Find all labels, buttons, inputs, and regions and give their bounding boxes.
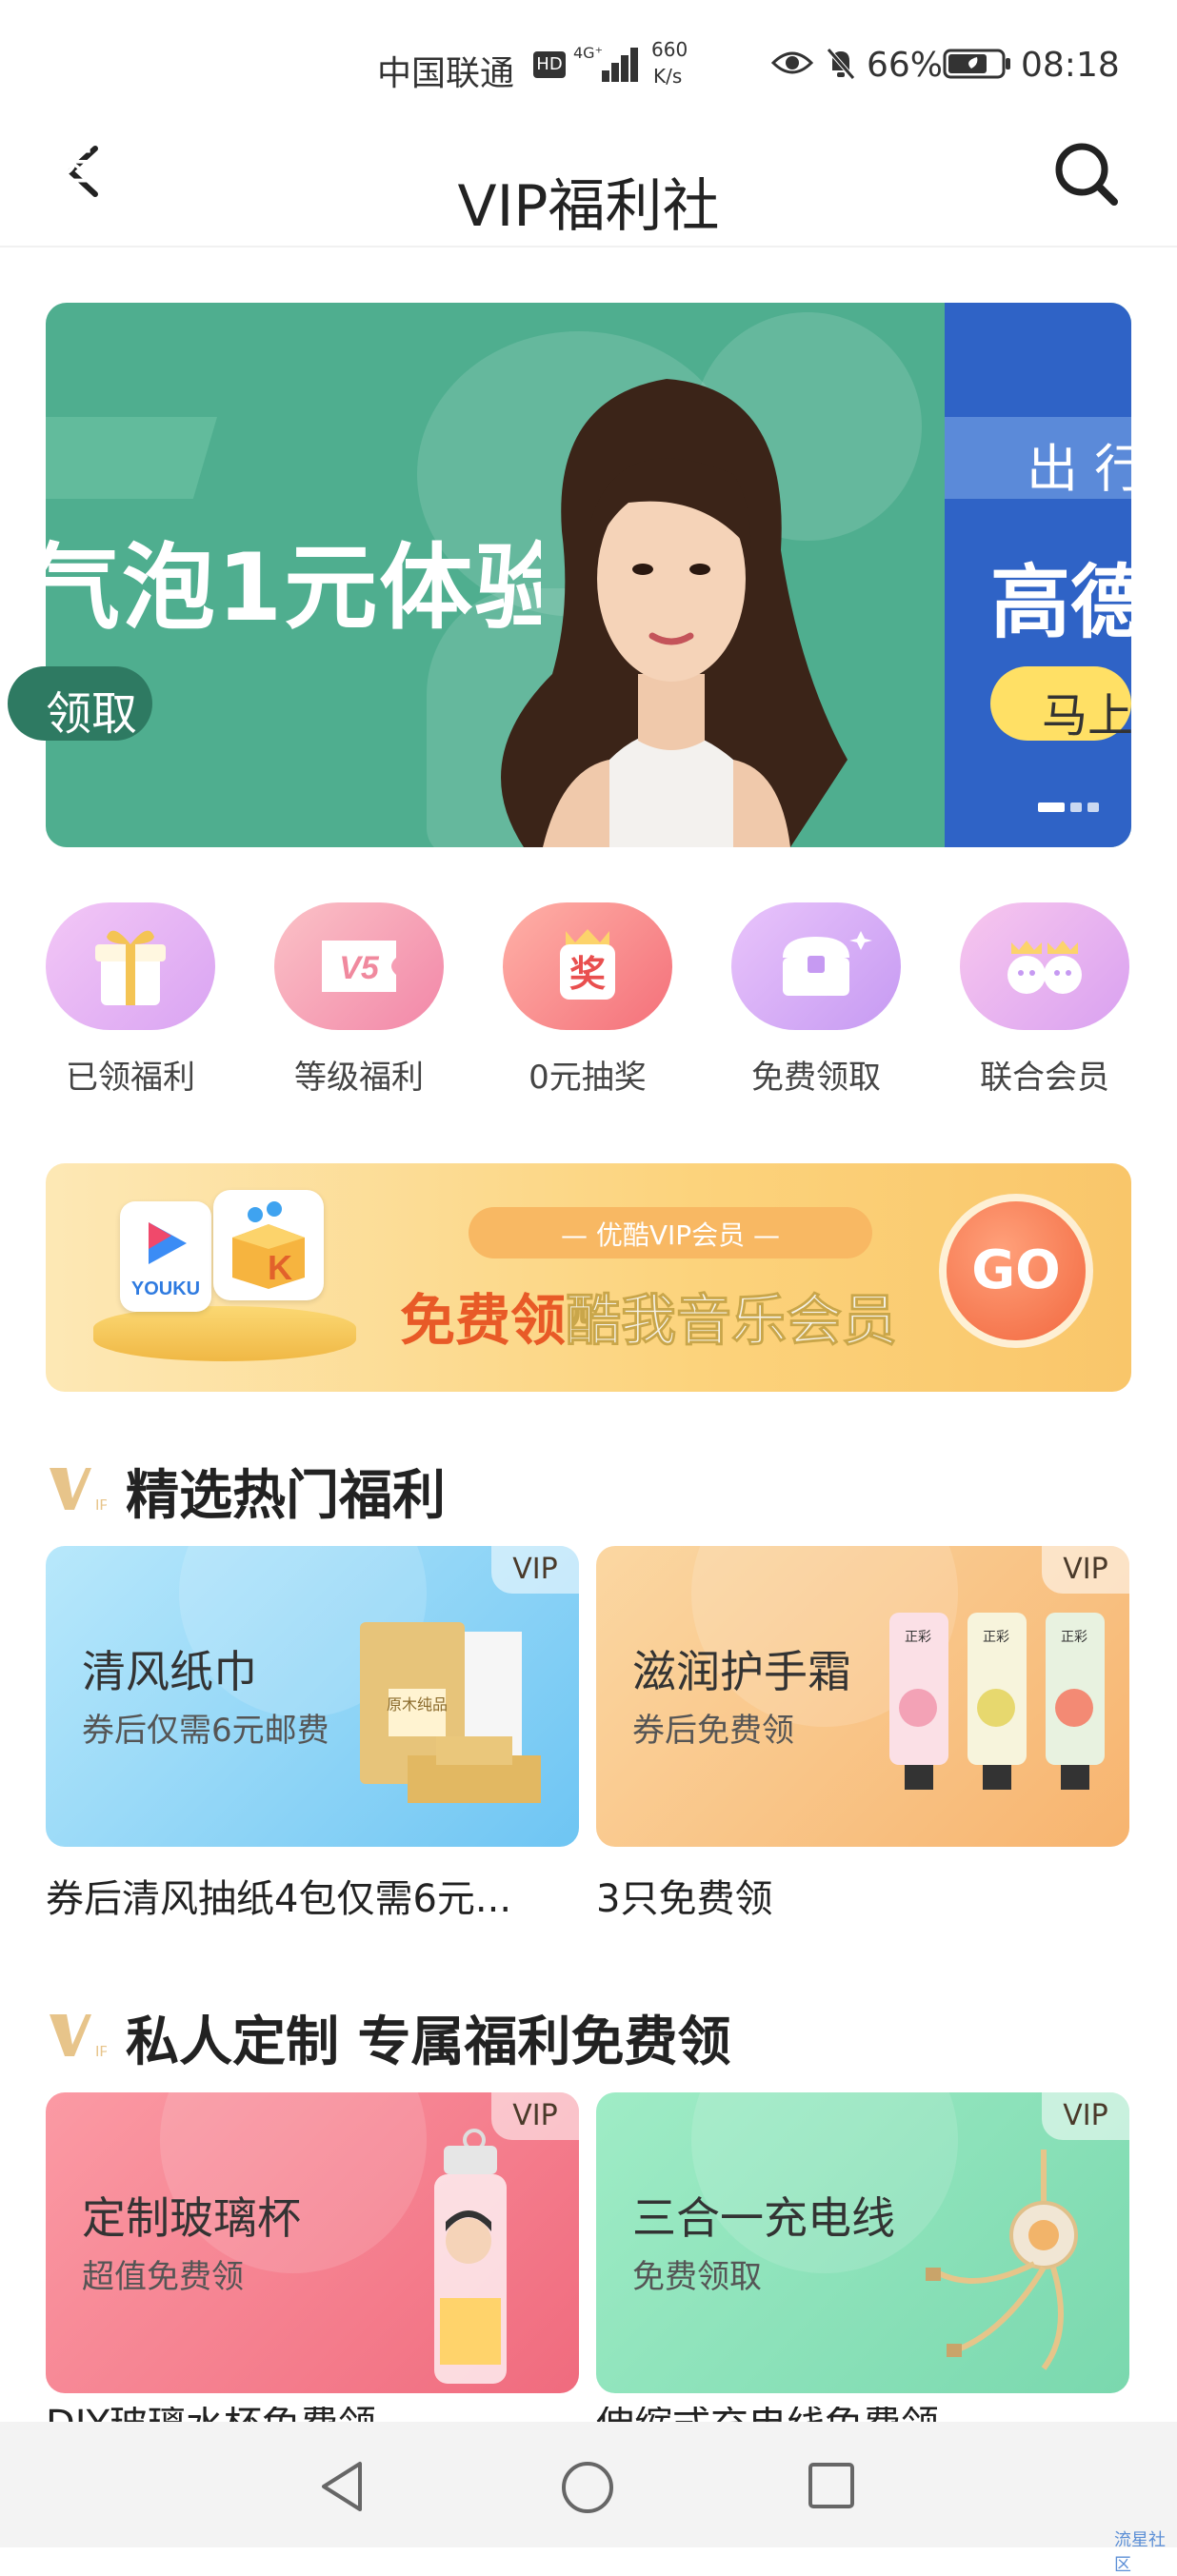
card-hand-cream[interactable]: VIP 滋润护手霜 券后免费领 正彩 正彩 正彩 bbox=[596, 1546, 1129, 1847]
card-subtitle: 超值免费领 bbox=[82, 2258, 244, 2296]
nav-recents-icon[interactable] bbox=[808, 2462, 855, 2509]
kuwo-app-icon: K bbox=[213, 1190, 324, 1300]
eye-icon bbox=[771, 51, 813, 74]
banner2-tag: 出 行 bbox=[1027, 439, 1147, 499]
banner2-button-label: 马上 bbox=[1042, 689, 1134, 743]
headline-highlight: 免费领 bbox=[400, 1288, 567, 1353]
quick-level-benefits[interactable]: V5 bbox=[274, 902, 444, 1030]
quick-label-lottery: 0元抽奖 bbox=[529, 1059, 647, 1097]
card-subtitle: 免费领取 bbox=[632, 2258, 762, 2296]
section-title-custom: 私人定制 专属福利免费领 bbox=[126, 2011, 731, 2073]
headline-rest: 酷我音乐会员 bbox=[566, 1288, 898, 1354]
quick-label-level: 等级福利 bbox=[294, 1059, 424, 1097]
nav-header: VIP福利社 bbox=[0, 133, 1177, 248]
vip-badge: VIP bbox=[491, 1546, 579, 1594]
svg-text:IP: IP bbox=[95, 2044, 107, 2060]
quick-free-claim[interactable] bbox=[731, 902, 901, 1030]
quick-label-received: 已领福利 bbox=[66, 1059, 195, 1097]
svg-text:V5: V5 bbox=[339, 950, 380, 986]
cream-tube-label: 正彩 bbox=[1061, 1630, 1087, 1645]
card-caption-tissue[interactable]: 券后清风抽纸4包仅需6元... bbox=[46, 1868, 579, 1923]
card-title: 清风纸巾 bbox=[82, 1646, 257, 1697]
vs-ticket-icon: V5 bbox=[322, 941, 396, 992]
cream-tube-label: 正彩 bbox=[905, 1630, 931, 1645]
tissue-product-image: 原木纯品 bbox=[360, 1622, 541, 1803]
svg-text:IP: IP bbox=[95, 1497, 107, 1514]
vip-badge: VIP bbox=[1042, 1546, 1129, 1594]
vip-logo-icon: IP bbox=[50, 2014, 107, 2060]
status-bar: 中国联通 HD 4G⁺ 660 K/s 66% 08:18 bbox=[0, 0, 1177, 133]
glass-cup-product-image bbox=[434, 2129, 507, 2384]
kuwo-app-glyph: K bbox=[268, 1248, 292, 1287]
gift-icon bbox=[95, 930, 166, 1005]
nav-back-icon[interactable] bbox=[318, 2460, 366, 2513]
card-title: 滋润护手霜 bbox=[632, 1646, 851, 1697]
card-caption-hand-cream[interactable]: 3只免费领 bbox=[596, 1868, 772, 1923]
treasure-box-icon bbox=[783, 931, 872, 996]
nav-home-icon[interactable] bbox=[560, 2460, 615, 2515]
quick-lottery[interactable]: 奖 bbox=[503, 902, 672, 1030]
banner-tag: 医 美 bbox=[46, 132, 166, 192]
lottery-glyph: 奖 bbox=[569, 953, 606, 995]
quick-joint-membership[interactable] bbox=[960, 902, 1129, 1030]
net-speed-value: 660 bbox=[651, 38, 688, 61]
tissue-pack-label: 原木纯品 bbox=[387, 1695, 448, 1714]
section-title-hot: 精选热门福利 bbox=[126, 1465, 446, 1527]
quick-label-joint: 联合会员 bbox=[980, 1059, 1109, 1097]
banner-tag-ribbon bbox=[46, 417, 217, 499]
vip-logo-icon: IP bbox=[50, 1468, 107, 1514]
quick-received-benefits[interactable] bbox=[46, 902, 215, 1030]
quick-label-free-claim: 免费领取 bbox=[751, 1059, 881, 1097]
model-photo bbox=[501, 379, 848, 847]
members-icon bbox=[1007, 941, 1082, 994]
card-caption-cable[interactable]: 伸缩式充电线免费领 bbox=[596, 2407, 1129, 2422]
youku-vip-pill-label: — 优酷VIP会员 — bbox=[560, 1219, 781, 1251]
youku-banner-headline: 免费领酷我音乐会员 bbox=[400, 1276, 898, 1356]
card-title: 定制玻璃杯 bbox=[82, 2192, 301, 2244]
card-subtitle: 券后仅需6元邮费 bbox=[82, 1712, 329, 1750]
card-glass-cup[interactable]: VIP 定制玻璃杯 超值免费领 bbox=[46, 2092, 579, 2393]
search-icon[interactable] bbox=[1051, 139, 1120, 208]
net-speed-unit: K/s bbox=[653, 65, 683, 88]
go-button-label: GO bbox=[971, 1239, 1061, 1301]
watermark: 流星社区 bbox=[1114, 2530, 1166, 2575]
carrier-name: 中国联通 bbox=[377, 54, 515, 93]
signal-icon bbox=[583, 44, 638, 82]
podium-graphic bbox=[93, 1306, 356, 1361]
lottery-icon: 奖 bbox=[560, 929, 615, 1000]
mute-bell-icon bbox=[827, 48, 855, 80]
carousel-indicator bbox=[1038, 798, 1105, 816]
page-title: VIP福利社 bbox=[457, 173, 720, 240]
youku-app-name: YOUKU bbox=[131, 1278, 200, 1299]
youku-app-icon: YOUKU bbox=[120, 1201, 211, 1312]
charging-cable-product-image bbox=[926, 2150, 1078, 2370]
card-charging-cable[interactable]: VIP 三合一充电线 免费领取 bbox=[596, 2092, 1129, 2393]
banner2-headline: 高德 bbox=[990, 556, 1131, 649]
card-caption-glass-cup[interactable]: DIY玻璃水杯免费领 bbox=[46, 2407, 579, 2422]
clock: 08:18 bbox=[1021, 46, 1120, 85]
card-subtitle: 券后免费领 bbox=[632, 1712, 794, 1750]
card-title: 三合一充电线 bbox=[632, 2192, 895, 2244]
card-tissue[interactable]: VIP 清风纸巾 券后仅需6元邮费 原木纯品 bbox=[46, 1546, 579, 1847]
hd-badge: HD bbox=[533, 51, 566, 78]
banner-claim-label: 领取 bbox=[46, 687, 138, 741]
cream-tube-label: 正彩 bbox=[983, 1630, 1009, 1645]
hand-cream-product-image: 正彩 正彩 正彩 bbox=[889, 1613, 1105, 1790]
youku-kuwo-promo-banner[interactable]: YOUKU K — 优酷VIP会员 — 免费领酷我音乐会员 GO bbox=[46, 1163, 1131, 1392]
battery-percent: 66% bbox=[867, 46, 944, 85]
battery-icon bbox=[943, 49, 1010, 79]
